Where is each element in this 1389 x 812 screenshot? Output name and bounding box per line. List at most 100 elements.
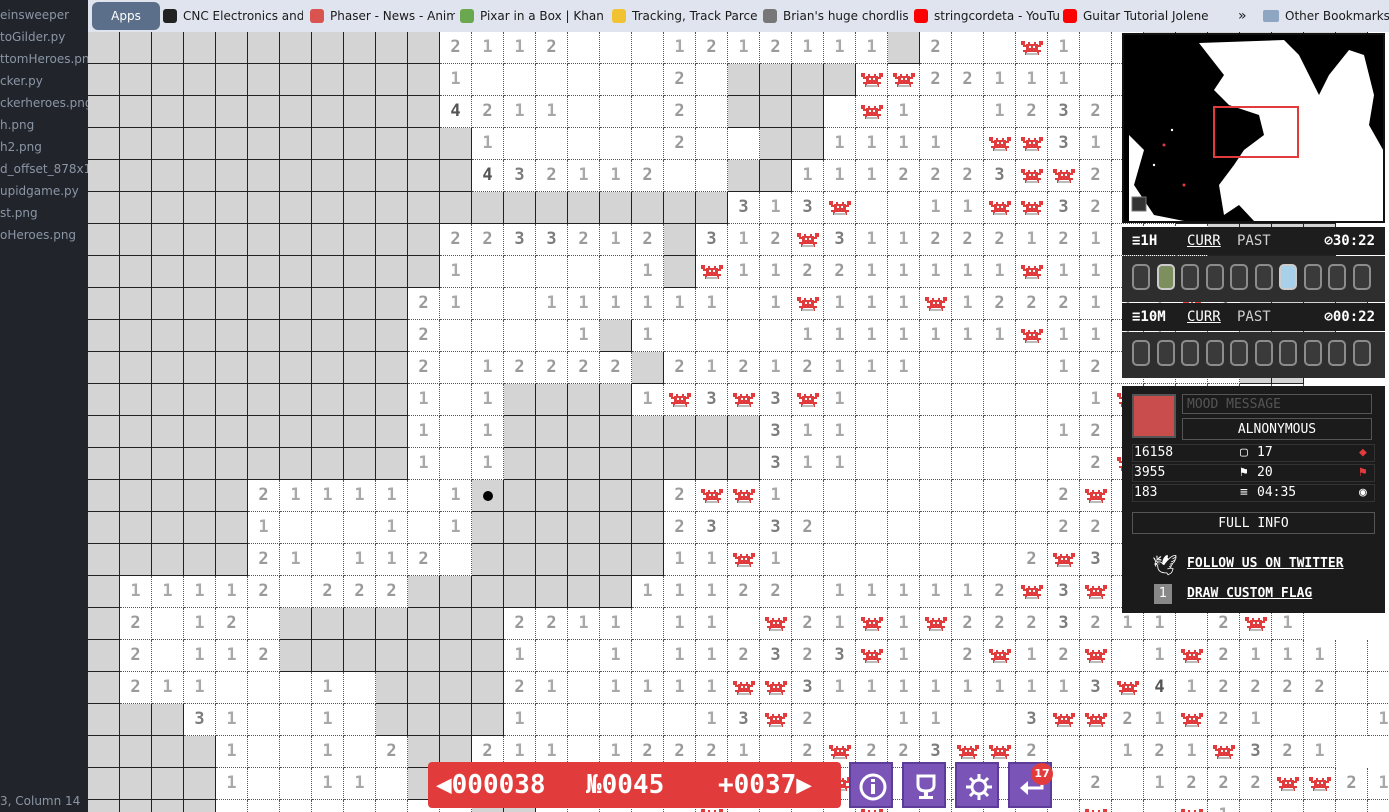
number-cell[interactable]: 1 (888, 672, 920, 704)
covered-cell[interactable] (152, 288, 184, 320)
covered-cell[interactable] (408, 672, 440, 704)
empty-cell[interactable] (664, 704, 696, 736)
empty-cell[interactable] (248, 736, 280, 768)
empty-cell[interactable] (1016, 512, 1048, 544)
number-cell[interactable]: 1 (984, 672, 1016, 704)
covered-cell[interactable] (376, 672, 408, 704)
number-cell[interactable]: 3 (1048, 96, 1080, 128)
covered-cell[interactable] (248, 352, 280, 384)
covered-cell[interactable] (312, 416, 344, 448)
number-cell[interactable]: 1 (632, 672, 664, 704)
trophy-button[interactable] (902, 762, 946, 808)
number-cell[interactable]: 2 (1304, 672, 1336, 704)
empty-cell[interactable] (632, 32, 664, 64)
number-cell[interactable]: 2 (1272, 736, 1304, 768)
number-cell[interactable]: 1 (184, 576, 216, 608)
empty-cell[interactable] (792, 480, 824, 512)
covered-cell[interactable] (216, 512, 248, 544)
covered-cell[interactable] (248, 448, 280, 480)
empty-cell[interactable] (568, 64, 600, 96)
number-cell[interactable]: 1 (376, 480, 408, 512)
number-cell[interactable]: 1 (216, 576, 248, 608)
flagged-cell[interactable] (664, 384, 696, 416)
counter-right[interactable]: +0037▶ (718, 762, 812, 808)
empty-cell[interactable] (216, 800, 248, 812)
covered-cell[interactable] (760, 160, 792, 192)
number-cell[interactable]: 2 (248, 480, 280, 512)
number-cell[interactable]: 2 (504, 352, 536, 384)
number-cell[interactable]: 1 (1240, 640, 1272, 672)
number-cell[interactable]: 1 (792, 416, 824, 448)
covered-cell[interactable] (88, 512, 120, 544)
empty-cell[interactable] (504, 288, 536, 320)
covered-cell[interactable] (600, 416, 632, 448)
number-cell[interactable]: 2 (504, 672, 536, 704)
empty-cell[interactable] (568, 256, 600, 288)
number-cell[interactable]: 2 (1016, 608, 1048, 640)
covered-cell[interactable] (408, 640, 440, 672)
empty-cell[interactable] (408, 512, 440, 544)
number-cell[interactable]: 3 (824, 640, 856, 672)
flagged-cell[interactable] (760, 608, 792, 640)
flagged-cell[interactable] (920, 288, 952, 320)
bookmark-item[interactable]: Tracking, Track Parce (612, 0, 757, 32)
covered-cell[interactable] (216, 224, 248, 256)
covered-cell[interactable] (88, 544, 120, 576)
empty-cell[interactable] (568, 32, 600, 64)
empty-cell[interactable] (1336, 704, 1368, 736)
empty-cell[interactable] (1368, 640, 1389, 672)
number-cell[interactable]: 2 (952, 160, 984, 192)
number-cell[interactable]: 1 (600, 608, 632, 640)
flagged-cell[interactable] (728, 544, 760, 576)
empty-cell[interactable] (920, 96, 952, 128)
covered-cell[interactable] (248, 128, 280, 160)
covered-cell[interactable] (408, 704, 440, 736)
empty-cell[interactable] (1112, 640, 1144, 672)
number-cell[interactable]: 1 (312, 704, 344, 736)
covered-cell[interactable] (184, 32, 216, 64)
number-cell[interactable]: 1 (632, 320, 664, 352)
flagged-cell[interactable] (1080, 704, 1112, 736)
number-cell[interactable]: 2 (472, 224, 504, 256)
empty-cell[interactable] (696, 64, 728, 96)
covered-cell[interactable] (728, 96, 760, 128)
covered-cell[interactable] (152, 768, 184, 800)
number-cell[interactable]: 1 (888, 256, 920, 288)
bookmark-item[interactable]: Guitar Tutorial Jolene (1063, 0, 1213, 32)
number-cell[interactable]: 2 (536, 352, 568, 384)
number-cell[interactable]: 3 (760, 416, 792, 448)
number-cell[interactable]: 1 (696, 704, 728, 736)
empty-cell[interactable] (1048, 736, 1080, 768)
covered-cell[interactable] (792, 128, 824, 160)
number-cell[interactable]: 1 (664, 288, 696, 320)
covered-cell[interactable] (568, 192, 600, 224)
number-cell[interactable]: 1 (664, 576, 696, 608)
covered-cell[interactable] (728, 448, 760, 480)
empty-cell[interactable] (888, 512, 920, 544)
empty-cell[interactable] (248, 768, 280, 800)
covered-cell[interactable] (408, 160, 440, 192)
number-cell[interactable]: 1 (888, 576, 920, 608)
empty-cell[interactable] (728, 128, 760, 160)
empty-cell[interactable] (536, 320, 568, 352)
number-cell[interactable]: 3 (536, 224, 568, 256)
leaderboard-slot[interactable] (1254, 264, 1273, 290)
covered-cell[interactable] (504, 448, 536, 480)
number-cell[interactable]: 1 (792, 448, 824, 480)
covered-cell[interactable] (152, 704, 184, 736)
number-cell[interactable]: 1 (248, 512, 280, 544)
number-cell[interactable]: 2 (1080, 192, 1112, 224)
empty-cell[interactable] (376, 768, 408, 800)
covered-cell[interactable] (344, 352, 376, 384)
number-cell[interactable]: 2 (952, 224, 984, 256)
settings-button[interactable] (955, 762, 999, 808)
empty-cell[interactable] (568, 672, 600, 704)
number-cell[interactable]: 1 (184, 640, 216, 672)
number-cell[interactable]: 1 (440, 512, 472, 544)
covered-cell[interactable] (888, 32, 920, 64)
empty-cell[interactable] (280, 512, 312, 544)
covered-cell[interactable] (568, 448, 600, 480)
empty-cell[interactable] (1336, 640, 1368, 672)
number-cell[interactable]: 1 (696, 288, 728, 320)
covered-cell[interactable] (600, 480, 632, 512)
